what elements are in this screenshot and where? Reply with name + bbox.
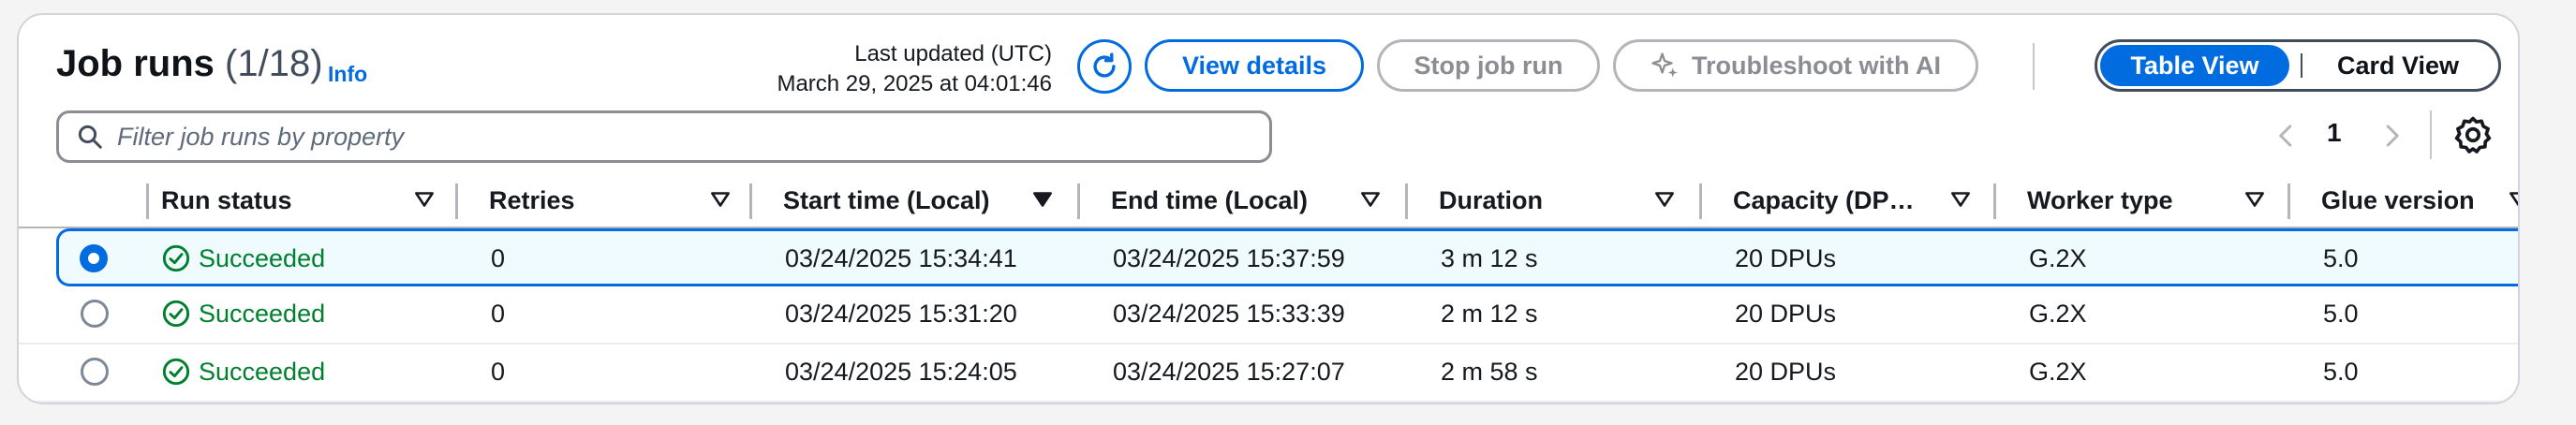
toggle-divider — [2301, 53, 2302, 78]
table-row[interactable]: Succeeded 0 03/24/2025 15:34:41 03/24/20… — [56, 228, 2518, 286]
page-title: Job runs (1/18) — [56, 43, 323, 85]
sort-descending-icon[interactable] — [1030, 187, 1055, 212]
column-separator — [146, 183, 149, 219]
table-row[interactable]: Succeeded 0 03/24/2025 15:24:05 03/24/20… — [19, 344, 2518, 403]
column-separator — [1699, 183, 1702, 219]
sparkle-icon — [1651, 52, 1678, 78]
refresh-button[interactable] — [1077, 39, 1132, 94]
sort-icon[interactable] — [708, 187, 733, 212]
column-run-status[interactable]: Run status — [161, 172, 292, 228]
selection-count: (1/18) — [225, 43, 323, 84]
duration-cell: 2 m 58 s — [1441, 357, 1538, 386]
info-link[interactable]: Info — [328, 62, 367, 87]
worker-type-cell: G.2X — [2029, 243, 2087, 272]
column-start-time[interactable]: Start time (Local) — [783, 172, 990, 228]
duration-cell: 3 m 12 s — [1441, 243, 1538, 272]
retries-cell: 0 — [491, 299, 506, 328]
column-glue-version[interactable]: Glue version — [2321, 172, 2475, 228]
retries-cell: 0 — [491, 243, 506, 272]
run-status-text: Succeeded — [199, 299, 326, 328]
pager-divider — [2430, 110, 2432, 159]
sort-icon[interactable] — [2507, 187, 2520, 212]
table-header: Run status Retries Start time (Local) En… — [19, 172, 2520, 228]
column-separator — [749, 183, 752, 219]
column-end-time[interactable]: End time (Local) — [1111, 172, 1308, 228]
capacity-cell: 20 DPUs — [1735, 357, 1837, 386]
last-updated: Last updated (UTC) March 29, 2025 at 04:… — [777, 39, 1052, 99]
end-time-cell: 03/24/2025 15:37:59 — [1113, 243, 1345, 272]
start-time-cell: 03/24/2025 15:24:05 — [785, 357, 1017, 386]
troubleshoot-with-ai-button[interactable]: Troubleshoot with AI — [1613, 39, 1978, 92]
run-status-text: Succeeded — [199, 243, 326, 272]
toolbar-divider — [2033, 43, 2035, 90]
view-details-button[interactable]: View details — [1145, 39, 1364, 92]
glue-version-cell: 5.0 — [2323, 243, 2359, 272]
sort-icon[interactable] — [412, 187, 437, 212]
job-runs-panel: Job runs (1/18) Info Last updated (UTC) … — [17, 13, 2520, 404]
worker-type-cell: G.2X — [2029, 357, 2087, 386]
last-updated-value: March 29, 2025 at 04:01:46 — [777, 71, 1052, 96]
table-row[interactable]: Succeeded 0 03/24/2025 15:31:20 03/24/20… — [19, 286, 2518, 344]
filter-input[interactable]: Filter job runs by property — [56, 110, 1272, 163]
retries-cell: 0 — [491, 357, 506, 386]
run-status-cell: Succeeded — [161, 231, 325, 286]
refresh-icon — [1093, 52, 1116, 78]
column-separator — [1077, 183, 1080, 219]
glue-version-cell: 5.0 — [2323, 357, 2359, 386]
troubleshoot-label: Troubleshoot with AI — [1692, 51, 1941, 80]
search-icon — [78, 125, 102, 149]
column-worker-type[interactable]: Worker type — [2027, 172, 2173, 228]
run-status-cell: Succeeded — [161, 344, 325, 399]
filter-placeholder: Filter job runs by property — [117, 122, 405, 151]
sort-icon[interactable] — [1948, 187, 1973, 212]
sort-icon[interactable] — [1652, 187, 1677, 212]
column-separator — [1993, 183, 1996, 219]
view-toggle: Table View Card View — [2095, 39, 2501, 92]
column-separator — [455, 183, 458, 219]
column-capacity[interactable]: Capacity (DP… — [1733, 172, 1915, 228]
card-view-toggle[interactable]: Card View — [2314, 45, 2482, 86]
success-check-icon — [162, 300, 190, 328]
table-view-toggle[interactable]: Table View — [2100, 45, 2289, 86]
column-separator — [1405, 183, 1408, 219]
start-time-cell: 03/24/2025 15:34:41 — [785, 243, 1017, 272]
glue-version-cell: 5.0 — [2323, 299, 2359, 328]
row-select-radio[interactable] — [81, 300, 109, 328]
chevron-left-icon[interactable] — [2273, 120, 2301, 152]
run-status-text: Succeeded — [199, 357, 326, 386]
capacity-cell: 20 DPUs — [1735, 299, 1837, 328]
end-time-cell: 03/24/2025 15:33:39 — [1113, 299, 1345, 328]
worker-type-cell: G.2X — [2029, 299, 2087, 328]
start-time-cell: 03/24/2025 15:31:20 — [785, 299, 1017, 328]
success-check-icon — [162, 358, 190, 386]
row-select-radio[interactable] — [80, 244, 108, 272]
run-status-cell: Succeeded — [161, 286, 325, 341]
column-duration[interactable]: Duration — [1439, 172, 1543, 228]
stop-job-run-button[interactable]: Stop job run — [1377, 39, 1600, 92]
column-retries[interactable]: Retries — [489, 172, 575, 228]
settings-icon[interactable] — [2452, 114, 2494, 155]
current-page[interactable]: 1 — [2327, 118, 2342, 148]
column-separator — [2287, 183, 2290, 219]
row-select-radio[interactable] — [81, 358, 109, 386]
duration-cell: 2 m 12 s — [1441, 299, 1538, 328]
sort-icon[interactable] — [1358, 187, 1383, 212]
end-time-cell: 03/24/2025 15:27:07 — [1113, 357, 1345, 386]
sort-icon[interactable] — [2243, 187, 2267, 212]
title-text: Job runs — [56, 43, 215, 84]
success-check-icon — [162, 244, 190, 272]
chevron-right-icon[interactable] — [2377, 120, 2406, 152]
last-updated-label: Last updated (UTC) — [854, 41, 1052, 66]
capacity-cell: 20 DPUs — [1735, 243, 1837, 272]
